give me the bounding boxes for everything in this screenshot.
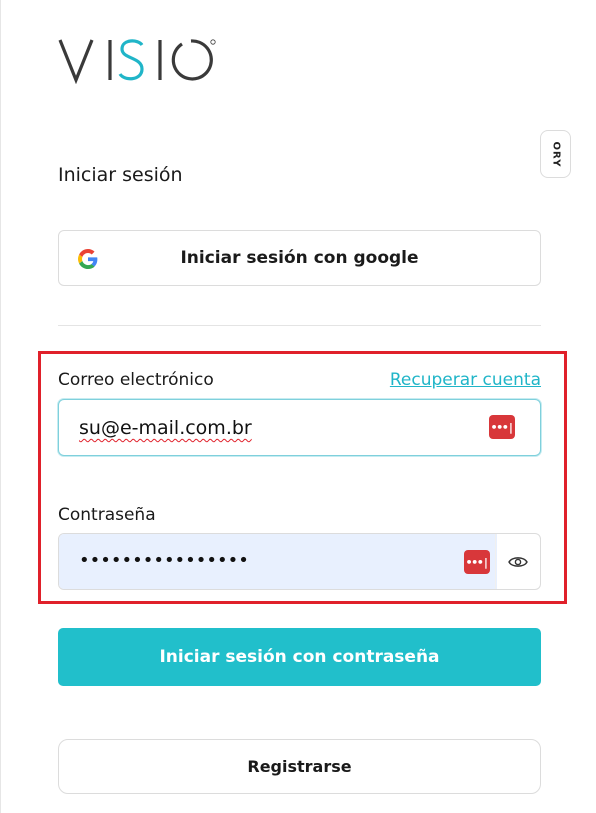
email-value: su@e-mail.com.br [79,417,252,439]
divider [58,325,541,326]
google-icon [78,249,98,269]
google-signin-label: Iniciar sesión con google [180,248,419,268]
password-manager-icon[interactable]: •••| [464,550,490,574]
recover-account-link[interactable]: Recuperar cuenta [390,370,541,390]
ory-badge-label: ORY [550,141,561,167]
password-signin-button[interactable]: Iniciar sesión con contraseña [58,628,541,686]
page-title: Iniciar sesión [58,164,183,186]
password-label: Contraseña [58,505,156,525]
page-left-border [0,0,1,813]
eye-icon [508,556,528,567]
password-manager-icon[interactable]: •••| [489,415,515,439]
password-value: •••••••••••••••• [79,550,249,571]
password-field[interactable]: •••••••••••••••• •••| [58,533,541,590]
google-signin-button[interactable]: Iniciar sesión con google [58,230,541,286]
register-label: Registrarse [247,757,352,776]
email-label: Correo electrónico [58,370,214,390]
show-password-button[interactable] [495,534,540,589]
ory-badge[interactable]: ORY [540,130,571,178]
password-signin-label: Iniciar sesión con contraseña [159,647,440,667]
email-field[interactable]: su@e-mail.com.br •••| [58,399,541,456]
visio-logo [58,39,216,84]
register-button[interactable]: Registrarse [58,739,541,794]
